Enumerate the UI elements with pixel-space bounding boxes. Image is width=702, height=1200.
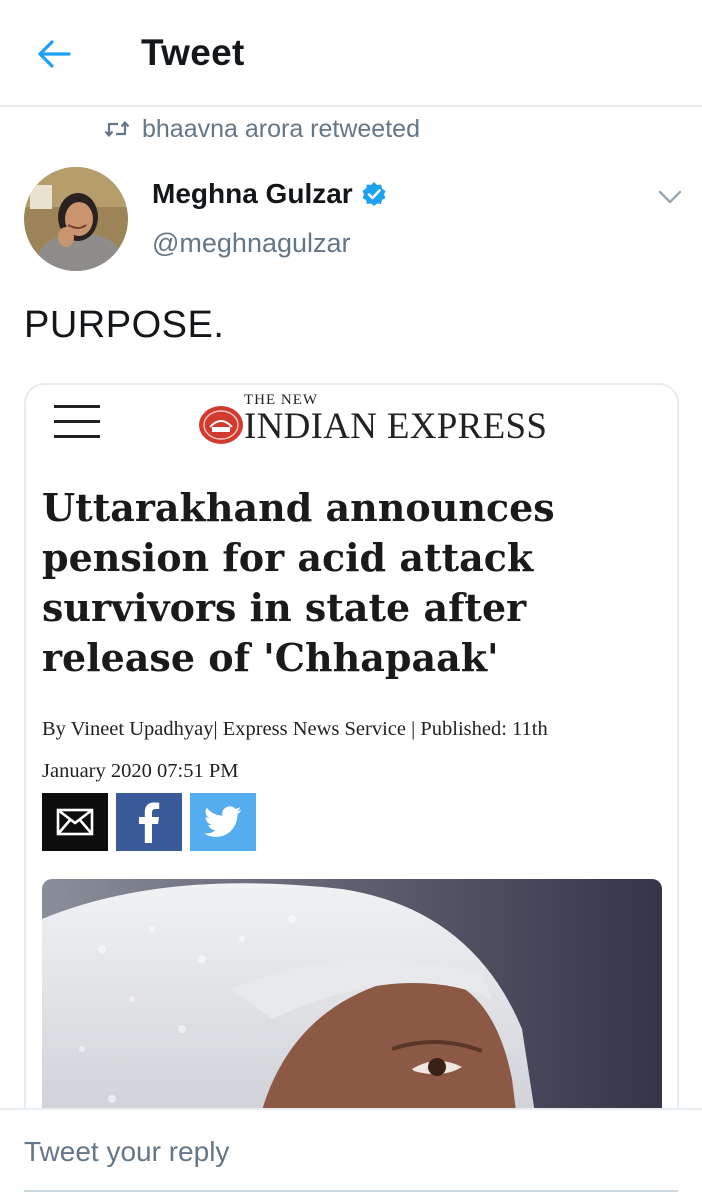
article-byline: By Vineet Upadhyay| Express News Service… [42, 708, 662, 792]
share-mail-button[interactable] [42, 793, 108, 851]
avatar[interactable] [24, 167, 128, 271]
top-app-bar: Tweet [0, 0, 702, 107]
author-display-name: Meghna Gulzar [152, 178, 353, 209]
menu-icon [54, 405, 100, 445]
logo-main-text: INDIAN EXPRESS [244, 406, 548, 447]
article-headline: Uttarakhand announces pension for acid a… [42, 483, 662, 683]
author-handle[interactable]: @meghnagulzar [152, 228, 351, 259]
tweet-options-button[interactable] [652, 183, 688, 211]
headline-line: release of 'Chhapaak' [42, 635, 499, 680]
tweet-detail-screen: Tweet bhaavna arora retweeted Meghna Gul… [0, 0, 702, 1200]
article-photo [42, 879, 662, 1141]
chevron-down-icon [658, 190, 682, 204]
facebook-icon [139, 802, 160, 843]
tweet-media-card[interactable]: THE NEW INDIAN EXPRESS Uttarakhand annou… [24, 383, 679, 1143]
reply-input-underline [24, 1190, 678, 1192]
retweet-context[interactable]: bhaavna arora retweeted [104, 113, 420, 145]
mail-icon [56, 808, 94, 836]
retweet-icon [104, 121, 130, 137]
byline-line: By Vineet Upadhyay| Express News Service… [42, 718, 548, 740]
share-facebook-button[interactable] [116, 793, 182, 851]
page-title: Tweet [141, 32, 245, 73]
newspaper-logo: THE NEW INDIAN EXPRESS [198, 391, 568, 451]
share-twitter-button[interactable] [190, 793, 256, 851]
headline-line: Uttarakhand announces [42, 485, 555, 530]
retweet-label: bhaavna arora retweeted [142, 114, 420, 143]
back-button[interactable] [30, 32, 78, 76]
author-name[interactable]: Meghna Gulzar [152, 178, 387, 210]
reply-input[interactable]: Tweet your reply [24, 1136, 229, 1168]
verified-badge-icon [362, 182, 386, 206]
headline-line: pension for acid attack [42, 535, 534, 580]
tweet-text: PURPOSE. [24, 304, 225, 346]
twitter-icon [204, 806, 242, 837]
newspaper-emblem-icon [199, 406, 243, 444]
arrow-left-icon [38, 40, 71, 68]
reply-composer: Tweet your reply [0, 1108, 702, 1200]
headline-line: survivors in state after [42, 585, 527, 630]
share-buttons [42, 793, 256, 851]
byline-line: January 2020 07:51 PM [42, 760, 239, 782]
